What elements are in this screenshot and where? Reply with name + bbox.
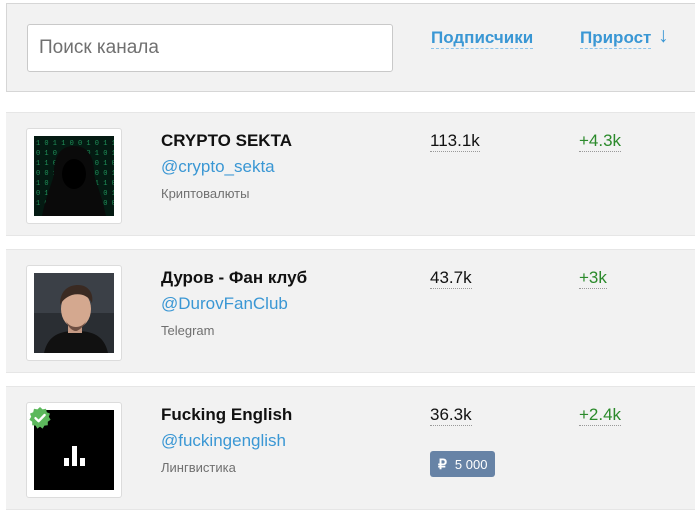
- search-input[interactable]: [27, 24, 393, 72]
- verified-badge-icon: [29, 407, 51, 429]
- channel-category: Криптовалюты: [161, 186, 250, 201]
- channel-handle-link[interactable]: @DurovFanClub: [161, 294, 288, 314]
- channel-row[interactable]: Fucking English @fuckingenglish Лингвист…: [6, 386, 695, 510]
- list-header: Подписчики Прирост ↓: [6, 3, 695, 92]
- channel-handle-link[interactable]: @fuckingenglish: [161, 431, 286, 451]
- channel-category: Лингвистика: [161, 460, 236, 475]
- channel-row[interactable]: 1 0 1 1 0 0 1 0 1 1 0 1 0 0 1 1 0 1 0 1 …: [6, 112, 695, 236]
- avatar[interactable]: [26, 402, 122, 498]
- growth-value: +4.3k: [579, 131, 622, 152]
- hooded-figure-avatar-icon: 1 0 1 1 0 0 1 0 1 1 0 1 0 0 1 1 0 1 0 1 …: [34, 136, 114, 216]
- portrait-avatar-icon: [34, 273, 114, 353]
- channel-handle-link[interactable]: @crypto_sekta: [161, 157, 275, 177]
- avatar[interactable]: 1 0 1 1 0 0 1 0 1 1 0 1 0 0 1 1 0 1 0 1 …: [26, 128, 122, 224]
- price-badge[interactable]: ₽ 5 000: [430, 451, 496, 477]
- subscribers-count: 43.7k: [430, 268, 472, 289]
- channel-category: Telegram: [161, 323, 215, 338]
- sort-desc-icon[interactable]: ↓: [658, 24, 669, 48]
- subscribers-count: 113.1k: [430, 131, 480, 152]
- avatar[interactable]: [26, 265, 122, 361]
- subscribers-count: 36.3k: [430, 405, 472, 426]
- subscribers-column-sort[interactable]: Подписчики: [431, 28, 534, 49]
- channel-row[interactable]: Дуров - Фан клуб @DurovFanClub Telegram …: [6, 249, 695, 373]
- channel-name[interactable]: CRYPTO SEKTA: [161, 131, 292, 151]
- growth-value: +2.4k: [579, 405, 622, 426]
- channel-name[interactable]: Дуров - Фан клуб: [161, 268, 307, 288]
- channel-name[interactable]: Fucking English: [161, 405, 292, 425]
- price-amount: 5 000: [454, 456, 488, 472]
- growth-value: +3k: [579, 268, 607, 289]
- growth-column-sort[interactable]: Прирост: [580, 28, 652, 49]
- ruble-icon: ₽: [438, 455, 447, 472]
